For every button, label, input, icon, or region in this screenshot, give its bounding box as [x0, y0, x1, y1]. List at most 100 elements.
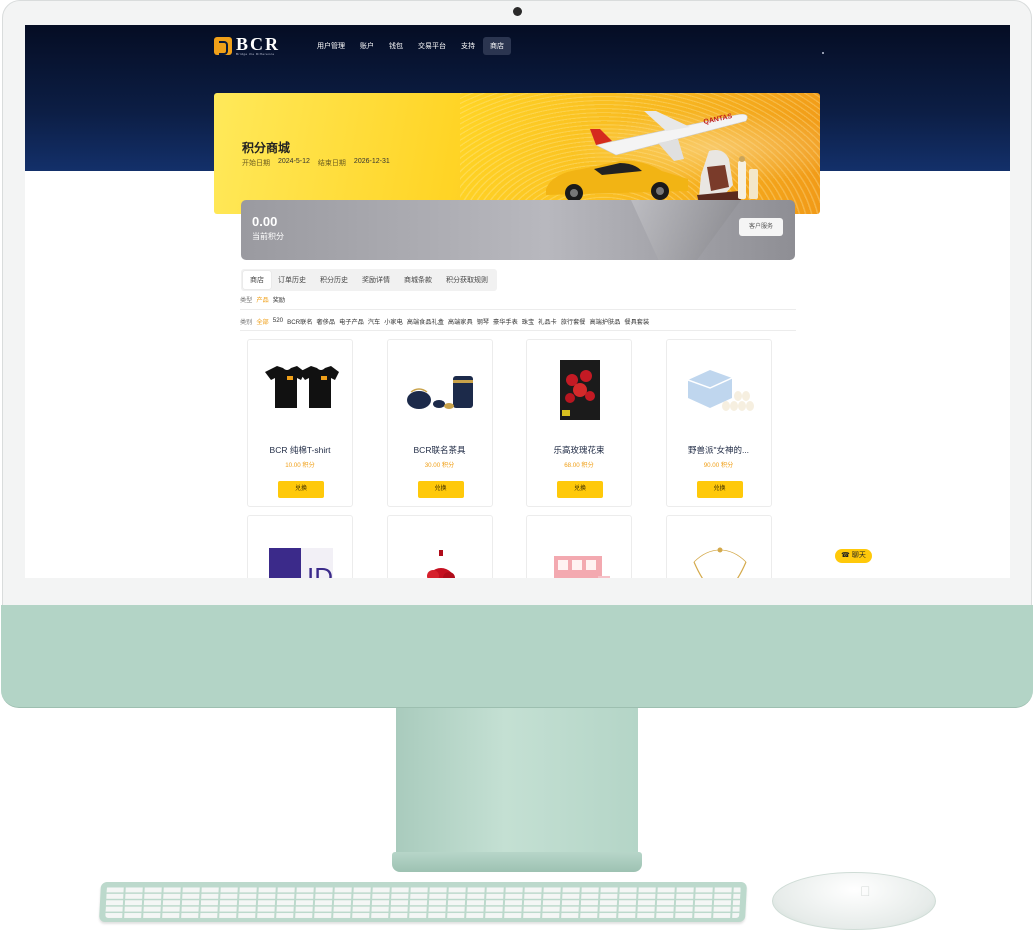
monitor-stand — [396, 708, 638, 858]
category-cars[interactable]: 汽车 — [368, 317, 380, 326]
points-value: 0.00 — [252, 214, 278, 229]
nav-item-account[interactable]: 账户 — [353, 37, 381, 55]
category-watches[interactable]: 豪华手表 — [493, 317, 518, 326]
banner-title: 积分商城 — [242, 141, 291, 155]
nav-item-store[interactable]: 商店 — [483, 37, 512, 55]
category-small-appliances[interactable]: 小家电 — [384, 317, 403, 326]
product-name: BCR联名茶具 — [413, 445, 466, 455]
nav-menu: 用户管理 账户 钱包 交易平台 支持 商店 — [310, 37, 512, 55]
camera-icon — [513, 7, 522, 16]
redeem-button[interactable]: 兑换 — [557, 481, 603, 498]
points-card-decoration — [631, 200, 741, 260]
category-jewelry[interactable]: 珠宝 — [522, 317, 534, 326]
category-520[interactable]: 520 — [273, 317, 283, 326]
tab-points-rules[interactable]: 积分获取规则 — [439, 271, 495, 289]
top-nav: BCR Bridge the Difference 用户管理 账户 钱包 交易平… — [214, 35, 512, 57]
logo-text: BCR — [236, 34, 281, 54]
tab-order-history[interactable]: 订单历史 — [271, 271, 313, 289]
store-tabs: 商店 订单历史 积分历史 奖励详情 商城条款 积分获取规则 — [241, 269, 497, 291]
product-card[interactable] — [526, 515, 632, 578]
product-card[interactable]: BCR 纯棉T-shirt 10.00 积分 兑换 — [247, 339, 353, 507]
tab-store[interactable]: 商店 — [243, 271, 271, 289]
type-filter: 类型 产品 奖励 — [240, 295, 285, 304]
product-price: 68.00 积分 — [564, 462, 594, 469]
keyboard — [98, 882, 748, 922]
product-card[interactable]: BCR联名茶具 30.00 积分 兑换 — [386, 339, 493, 507]
product-price: 30.00 积分 — [424, 462, 455, 469]
tshirt-image — [265, 366, 339, 408]
divider — [240, 330, 796, 331]
points-label: 当前积分 — [252, 232, 284, 241]
banner-dates: 开始日期 2024-5-12 结束日期 2026-12-31 — [242, 158, 390, 168]
category-furniture[interactable]: 高端家具 — [448, 317, 473, 326]
cosmetics-image — [738, 156, 758, 199]
redeem-button[interactable]: 兑换 — [417, 481, 464, 498]
product-name: 野兽派"女神的... — [687, 445, 750, 455]
redeem-button[interactable]: 兑换 — [696, 481, 743, 498]
apple-logo-icon:  — [860, 884, 874, 898]
tab-points-history[interactable]: 积分历史 — [313, 271, 355, 289]
nav-item-wallet[interactable]: 钱包 — [382, 37, 410, 55]
purple-box-image: ID — [269, 548, 333, 578]
gold-necklace-image — [692, 547, 747, 578]
logo[interactable]: BCR Bridge the Difference — [214, 34, 281, 56]
monitor-chin — [1, 605, 1033, 708]
product-card[interactable] — [665, 515, 772, 578]
category-bcr-collab[interactable]: BCR联名 — [287, 317, 312, 326]
type-filter-label: 类型 — [240, 297, 253, 304]
mouse — [772, 872, 936, 930]
start-date-label: 开始日期 — [242, 160, 270, 167]
start-date: 2024-5-12 — [278, 158, 310, 165]
headset-icon: ☎ — [841, 552, 850, 559]
pink-gift-box-image — [554, 556, 610, 578]
end-date: 2026-12-31 — [353, 158, 390, 165]
category-tableware[interactable]: 餐具套装 — [624, 317, 649, 326]
category-all[interactable]: 全部 — [256, 317, 268, 326]
type-filter-reward[interactable]: 奖励 — [273, 295, 285, 304]
category-piano[interactable]: 钢琴 — [477, 317, 489, 326]
nav-item-trading[interactable]: 交易平台 — [411, 37, 453, 55]
category-filter: 类别 全部 520 BCR联名 奢侈品 电子产品 汽车 小家电 高端食品礼盒 高… — [240, 317, 649, 326]
tab-mall-terms[interactable]: 商城条款 — [397, 271, 439, 289]
product-grid: BCR 纯棉T-shirt 10.00 积分 兑换 BCR联名茶具 30.00 … — [247, 339, 777, 578]
points-card: 0.00 当前积分 客户服务 — [241, 200, 795, 260]
svg-text:ID: ID — [307, 562, 333, 578]
rose-dome-image — [426, 550, 455, 578]
category-luxury[interactable]: 奢侈品 — [317, 317, 336, 326]
redeem-button[interactable]: 兑换 — [278, 481, 324, 498]
nav-item-user-management[interactable]: 用户管理 — [310, 37, 352, 55]
customer-service-button[interactable]: 客户服务 — [739, 218, 783, 236]
lego-rose-image — [560, 360, 600, 420]
product-card[interactable]: 野兽派"女神的... 90.00 积分 兑换 — [665, 339, 772, 507]
gift-box-image — [687, 370, 754, 411]
sports-car-image — [546, 160, 688, 202]
category-gift-cards[interactable]: 礼品卡 — [538, 317, 557, 326]
product-card[interactable]: ID — [247, 515, 353, 578]
decorative-dot — [822, 52, 824, 54]
type-filter-product[interactable]: 产品 — [256, 295, 268, 304]
chat-label: 聊天 — [851, 552, 866, 559]
monitor-stand-foot — [392, 852, 642, 872]
category-skincare[interactable]: 高端护肤品 — [589, 317, 620, 326]
tab-reward-details[interactable]: 奖励详情 — [355, 271, 397, 289]
product-price: 90.00 积分 — [703, 462, 734, 469]
category-travel[interactable]: 旅行套餐 — [561, 317, 586, 326]
bcr-logo-icon — [214, 37, 232, 55]
mall-banner: 积分商城 开始日期 2024-5-12 结束日期 2026-12-31 QANT… — [214, 93, 820, 214]
category-electronics[interactable]: 电子产品 — [339, 317, 364, 326]
chat-button[interactable]: ☎ 聊天 — [835, 549, 872, 563]
screen: BCR Bridge the Difference 用户管理 账户 钱包 交易平… — [25, 25, 1010, 578]
logo-subtitle: Bridge the Difference — [236, 52, 275, 56]
product-name: BCR 纯棉T-shirt — [269, 445, 331, 455]
category-food-gifts[interactable]: 高端食品礼盒 — [407, 317, 444, 326]
imac-mockup:  BCR Bridge the Difference 用户管理 账户 钱包 交… — [0, 0, 1034, 932]
nav-item-support[interactable]: 支持 — [454, 37, 482, 55]
category-filter-label: 类别 — [240, 319, 253, 326]
tea-set-image — [406, 376, 473, 409]
end-date-label: 结束日期 — [317, 160, 346, 167]
product-price: 10.00 积分 — [285, 462, 315, 469]
product-card[interactable]: 乐高玫瑰花束 68.00 积分 兑换 — [526, 339, 632, 507]
divider — [240, 309, 796, 310]
product-card[interactable] — [386, 515, 493, 578]
product-name: 乐高玫瑰花束 — [553, 445, 605, 455]
